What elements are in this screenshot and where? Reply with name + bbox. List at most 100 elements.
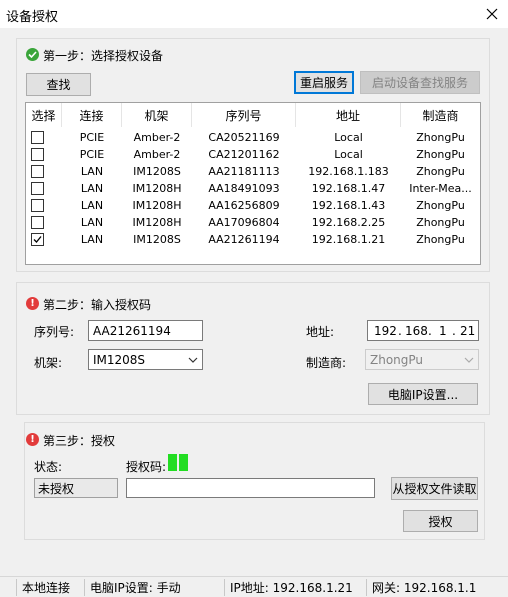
- table-row[interactable]: PCIE Amber-2 CA20521169 Local ZhongPu: [26, 129, 480, 146]
- connection-cell: PCIE: [79, 131, 105, 144]
- serial-input[interactable]: AA21261194: [88, 320, 203, 341]
- vendor-cell: ZhongPu: [416, 131, 465, 144]
- authorize-button[interactable]: 授权: [403, 510, 478, 532]
- step2-title: 第二步：输入授权码: [43, 298, 152, 312]
- status-ip-address: IP地址: 192.168.1.21: [224, 579, 366, 596]
- serial-cell: CA20521169: [208, 131, 280, 144]
- rack-cell: IM1208H: [132, 199, 182, 212]
- status-pc-ip-mode: 电脑IP设置: 手动: [84, 579, 224, 596]
- vendor-cell: ZhongPu: [416, 216, 465, 229]
- vendor-cell: ZhongPu: [416, 165, 465, 178]
- select-cell: [26, 129, 62, 146]
- serial-cell: AA17096804: [208, 216, 280, 229]
- status-bar: 本地连接 电脑IP设置: 手动 IP地址: 192.168.1.21 网关: 1…: [0, 576, 508, 597]
- pc-ip-settings-button[interactable]: 电脑IP设置...: [368, 383, 478, 405]
- select-cell: [26, 146, 62, 163]
- serial-cell: AA16256809: [208, 199, 280, 212]
- address-cell: 192.168.1.43: [311, 199, 386, 212]
- vendor-cell: ZhongPu: [416, 148, 465, 161]
- ip-octet-1[interactable]: 192: [374, 324, 397, 338]
- step1-title: 第一步：选择授权设备: [43, 49, 164, 63]
- led-indicator: [168, 454, 177, 471]
- address-cell: Local: [334, 148, 363, 161]
- serial-label: 序列号:: [34, 325, 75, 339]
- select-cell: [26, 163, 62, 180]
- connection-cell: LAN: [80, 165, 104, 178]
- step3-title: 第三步：授权: [43, 434, 116, 448]
- close-button[interactable]: [476, 0, 508, 28]
- status-gateway: 网关: 192.168.1.1: [366, 579, 494, 596]
- select-checkbox[interactable]: [31, 199, 44, 212]
- rack-cell: IM1208S: [133, 165, 181, 178]
- address-label: 地址:: [306, 325, 335, 339]
- read-license-file-button[interactable]: 从授权文件读取: [391, 477, 478, 500]
- table-header: 选择 连接 机架 序列号 地址 制造商: [26, 103, 480, 127]
- rack-select-value: IM1208S: [93, 352, 146, 367]
- ip-octet-3[interactable]: 1: [439, 324, 447, 338]
- find-button[interactable]: 查找: [26, 73, 91, 96]
- select-checkbox[interactable]: [31, 216, 44, 229]
- col-connection[interactable]: 连接: [62, 103, 122, 127]
- window-title: 设备授权: [6, 10, 59, 25]
- select-checkbox[interactable]: [31, 165, 44, 178]
- close-icon: [486, 8, 498, 20]
- chevron-down-icon: [464, 357, 474, 363]
- rack-label: 机架:: [34, 356, 63, 370]
- connection-cell: LAN: [80, 216, 104, 229]
- table-row[interactable]: LAN IM1208H AA17096804 192.168.2.25 ZhongPu: [26, 214, 480, 231]
- vendor-select-value: ZhongPu: [370, 352, 424, 367]
- ip-octet-4[interactable]: 21: [460, 324, 475, 338]
- rack-cell: IM1208H: [132, 216, 182, 229]
- rack-cell: Amber-2: [133, 148, 181, 161]
- select-cell: [26, 231, 62, 248]
- rack-cell: IM1208S: [133, 233, 181, 246]
- vendor-label: 制造商:: [306, 356, 347, 370]
- ip-dot: .: [398, 324, 402, 338]
- ip-octet-2[interactable]: 168: [405, 324, 428, 338]
- vendor-cell: Inter-Mea...: [409, 182, 472, 195]
- vendor-select[interactable]: ZhongPu: [365, 349, 479, 370]
- title-bar: 设备授权: [0, 0, 508, 28]
- col-serial[interactable]: 序列号: [192, 103, 296, 127]
- vendor-cell: ZhongPu: [416, 233, 465, 246]
- serial-cell: AA18491093: [208, 182, 280, 195]
- address-cell: 192.168.1.183: [308, 165, 389, 178]
- table-row[interactable]: LAN IM1208S AA21261194 192.168.1.21 ZhongPu: [26, 231, 480, 248]
- rack-select[interactable]: IM1208S: [88, 349, 203, 370]
- alert-icon: !: [26, 297, 39, 310]
- table-row[interactable]: LAN IM1208S AA21181113 192.168.1.183 ZhongPu: [26, 163, 480, 180]
- serial-cell: CA21201162: [208, 148, 280, 161]
- col-select[interactable]: 选择: [26, 103, 62, 127]
- table-row[interactable]: LAN IM1208H AA18491093 192.168.1.47 Inter-Me…: [26, 180, 480, 197]
- connection-cell: PCIE: [79, 148, 105, 161]
- connection-cell: LAN: [80, 182, 104, 195]
- table-row[interactable]: PCIE Amber-2 CA21201162 Local ZhongPu: [26, 146, 480, 163]
- rack-cell: IM1208H: [132, 182, 182, 195]
- chevron-down-icon: [188, 357, 198, 363]
- select-cell: [26, 197, 62, 214]
- col-rack[interactable]: 机架: [122, 103, 192, 127]
- select-checkbox[interactable]: [31, 131, 44, 144]
- select-checkbox[interactable]: [31, 182, 44, 195]
- connection-cell: LAN: [80, 233, 104, 246]
- alert-icon: !: [26, 433, 39, 446]
- status-connection: 本地连接: [16, 579, 84, 596]
- select-checkbox[interactable]: [31, 148, 44, 161]
- select-checkbox[interactable]: [31, 233, 44, 246]
- auth-code-label: 授权码:: [126, 460, 167, 474]
- auth-code-input[interactable]: [126, 478, 375, 498]
- vendor-cell: ZhongPu: [416, 199, 465, 212]
- ip-dot: .: [428, 324, 432, 338]
- restart-service-button[interactable]: 重启服务: [294, 71, 354, 94]
- serial-cell: AA21181113: [208, 165, 280, 178]
- start-find-service-button[interactable]: 启动设备查找服务: [360, 71, 480, 94]
- select-cell: [26, 214, 62, 231]
- ip-address-input[interactable]: 192 . 168 . 1 . 21: [367, 320, 479, 341]
- status-label: 状态:: [34, 460, 63, 474]
- ip-dot: .: [452, 324, 456, 338]
- col-vendor[interactable]: 制造商: [401, 103, 480, 127]
- rack-cell: Amber-2: [133, 131, 181, 144]
- col-address[interactable]: 地址: [296, 103, 401, 127]
- table-row[interactable]: LAN IM1208H AA16256809 192.168.1.43 ZhongPu: [26, 197, 480, 214]
- serial-cell: AA21261194: [208, 233, 280, 246]
